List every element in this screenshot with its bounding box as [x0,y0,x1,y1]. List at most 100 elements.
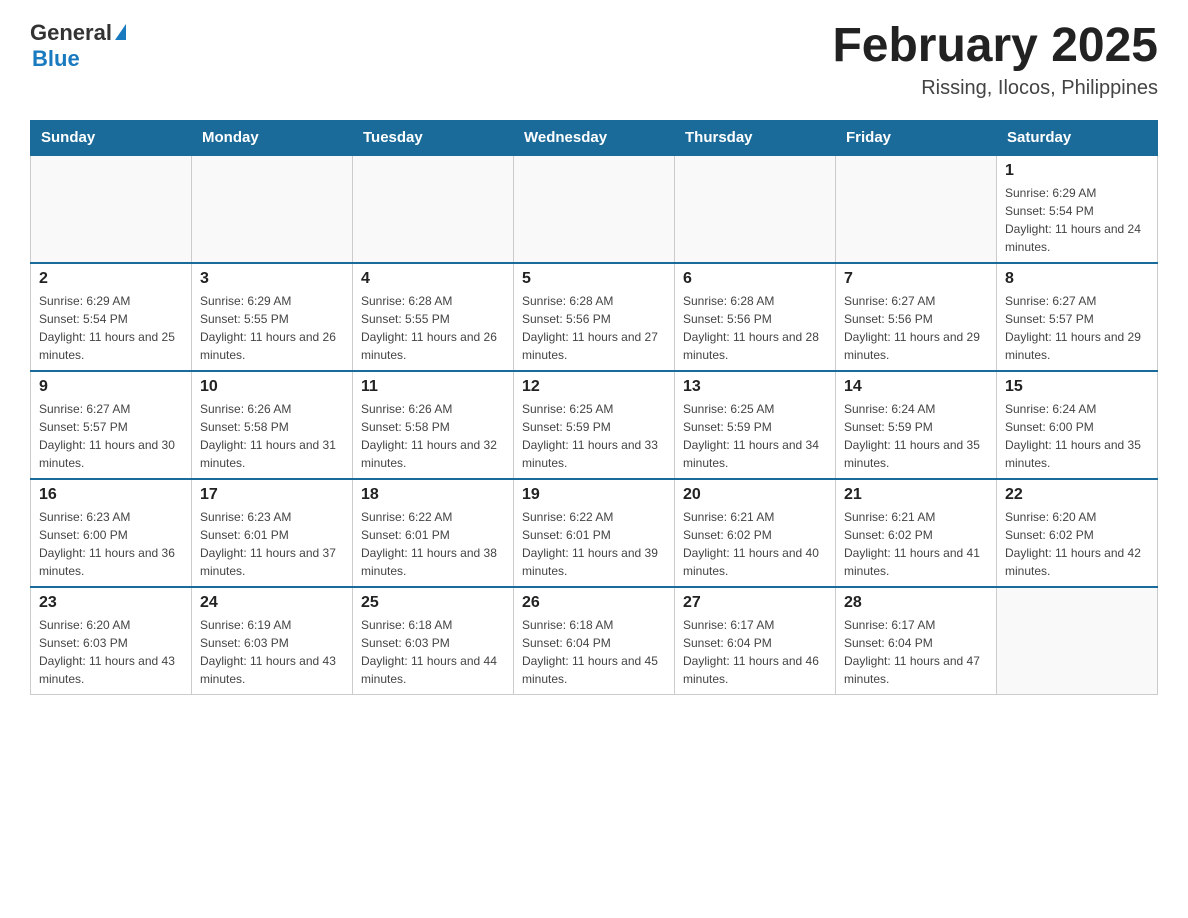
table-row [836,155,997,263]
day-info: Sunrise: 6:18 AMSunset: 6:04 PMDaylight:… [522,616,666,688]
day-info: Sunrise: 6:17 AMSunset: 6:04 PMDaylight:… [844,616,988,688]
logo: General Blue [30,20,126,72]
day-number: 1 [1005,162,1149,180]
day-info: Sunrise: 6:20 AMSunset: 6:03 PMDaylight:… [39,616,183,688]
day-info: Sunrise: 6:24 AMSunset: 5:59 PMDaylight:… [844,400,988,472]
table-row [353,155,514,263]
day-number: 25 [361,594,505,612]
table-row: 6 Sunrise: 6:28 AMSunset: 5:56 PMDaylight… [675,263,836,371]
month-title: February 2025 [832,20,1158,73]
table-row: 1 Sunrise: 6:29 AMSunset: 5:54 PMDaylight… [997,155,1158,263]
day-info: Sunrise: 6:23 AMSunset: 6:00 PMDaylight:… [39,508,183,580]
calendar-week-row: 16 Sunrise: 6:23 AMSunset: 6:00 PMDayligh… [31,479,1158,587]
day-number: 9 [39,378,183,396]
calendar-week-row: 1 Sunrise: 6:29 AMSunset: 5:54 PMDaylight… [31,155,1158,263]
day-number: 12 [522,378,666,396]
table-row: 27 Sunrise: 6:17 AMSunset: 6:04 PMDayligh… [675,587,836,695]
table-row: 20Sunrise: 6:21 AMSunset: 6:02 PMDayligh… [675,479,836,587]
day-info: Sunrise: 6:26 AMSunset: 5:58 PMDaylight:… [200,400,344,472]
day-info: Sunrise: 6:28 AMSunset: 5:56 PMDaylight:… [683,292,827,364]
day-number: 14 [844,378,988,396]
day-info: Sunrise: 6:17 AMSunset: 6:04 PMDaylight:… [683,616,827,688]
calendar-week-row: 2 Sunrise: 6:29 AMSunset: 5:54 PMDaylight… [31,263,1158,371]
day-number: 7 [844,270,988,288]
logo-general-text: General [30,20,112,46]
table-row: 5 Sunrise: 6:28 AMSunset: 5:56 PMDaylight… [514,263,675,371]
day-number: 2 [39,270,183,288]
day-number: 23 [39,594,183,612]
day-info: Sunrise: 6:22 AMSunset: 6:01 PMDaylight:… [522,508,666,580]
table-row: 21Sunrise: 6:21 AMSunset: 6:02 PMDayligh… [836,479,997,587]
day-number: 26 [522,594,666,612]
day-info: Sunrise: 6:29 AMSunset: 5:54 PMDaylight:… [1005,184,1149,256]
day-info: Sunrise: 6:27 AMSunset: 5:57 PMDaylight:… [1005,292,1149,364]
header-tuesday: Tuesday [353,120,514,155]
table-row: 19 Sunrise: 6:22 AMSunset: 6:01 PMDayligh… [514,479,675,587]
day-number: 22 [1005,486,1149,504]
day-number: 19 [522,486,666,504]
day-info: Sunrise: 6:25 AMSunset: 5:59 PMDaylight:… [522,400,666,472]
day-info: Sunrise: 6:18 AMSunset: 6:03 PMDaylight:… [361,616,505,688]
header-sunday: Sunday [31,120,192,155]
title-block: February 2025 Rissing, Ilocos, Philippin… [832,20,1158,100]
day-number: 28 [844,594,988,612]
table-row: 15Sunrise: 6:24 AMSunset: 6:00 PMDayligh… [997,371,1158,479]
day-info: Sunrise: 6:23 AMSunset: 6:01 PMDaylight:… [200,508,344,580]
day-number: 27 [683,594,827,612]
day-number: 5 [522,270,666,288]
day-number: 6 [683,270,827,288]
logo-blue-text: Blue [32,46,80,72]
table-row: 3Sunrise: 6:29 AMSunset: 5:55 PMDaylight… [192,263,353,371]
table-row: 23 Sunrise: 6:20 AMSunset: 6:03 PMDayligh… [31,587,192,695]
table-row: 13 Sunrise: 6:25 AMSunset: 5:59 PMDayligh… [675,371,836,479]
table-row: 14 Sunrise: 6:24 AMSunset: 5:59 PMDayligh… [836,371,997,479]
day-number: 3 [200,270,344,288]
day-info: Sunrise: 6:26 AMSunset: 5:58 PMDaylight:… [361,400,505,472]
day-number: 11 [361,378,505,396]
calendar-header-row: Sunday Monday Tuesday Wednesday Thursday… [31,120,1158,155]
header-wednesday: Wednesday [514,120,675,155]
header-saturday: Saturday [997,120,1158,155]
calendar-week-row: 23 Sunrise: 6:20 AMSunset: 6:03 PMDayligh… [31,587,1158,695]
table-row: 11 Sunrise: 6:26 AMSunset: 5:58 PMDayligh… [353,371,514,479]
table-row: 12 Sunrise: 6:25 AMSunset: 5:59 PMDayligh… [514,371,675,479]
location-text: Rissing, Ilocos, Philippines [832,77,1158,100]
table-row: 8 Sunrise: 6:27 AMSunset: 5:57 PMDaylight… [997,263,1158,371]
table-row: 28 Sunrise: 6:17 AMSunset: 6:04 PMDayligh… [836,587,997,695]
table-row: 17 Sunrise: 6:23 AMSunset: 6:01 PMDayligh… [192,479,353,587]
table-row [514,155,675,263]
day-number: 8 [1005,270,1149,288]
day-info: Sunrise: 6:21 AMSunset: 6:02 PMDaylight:… [683,508,827,580]
calendar-week-row: 9 Sunrise: 6:27 AMSunset: 5:57 PMDaylight… [31,371,1158,479]
day-info: Sunrise: 6:19 AMSunset: 6:03 PMDaylight:… [200,616,344,688]
table-row [997,587,1158,695]
day-info: Sunrise: 6:27 AMSunset: 5:57 PMDaylight:… [39,400,183,472]
header-friday: Friday [836,120,997,155]
table-row [675,155,836,263]
table-row: 10 Sunrise: 6:26 AMSunset: 5:58 PMDayligh… [192,371,353,479]
header-monday: Monday [192,120,353,155]
table-row [31,155,192,263]
table-row: 2 Sunrise: 6:29 AMSunset: 5:54 PMDaylight… [31,263,192,371]
header-thursday: Thursday [675,120,836,155]
table-row: 26 Sunrise: 6:18 AMSunset: 6:04 PMDayligh… [514,587,675,695]
day-info: Sunrise: 6:22 AMSunset: 6:01 PMDaylight:… [361,508,505,580]
day-info: Sunrise: 6:21 AMSunset: 6:02 PMDaylight:… [844,508,988,580]
table-row: 24Sunrise: 6:19 AMSunset: 6:03 PMDayligh… [192,587,353,695]
table-row: 25 Sunrise: 6:18 AMSunset: 6:03 PMDayligh… [353,587,514,695]
table-row: 16 Sunrise: 6:23 AMSunset: 6:00 PMDayligh… [31,479,192,587]
day-info: Sunrise: 6:28 AMSunset: 5:56 PMDaylight:… [522,292,666,364]
table-row: 18 Sunrise: 6:22 AMSunset: 6:01 PMDayligh… [353,479,514,587]
day-number: 10 [200,378,344,396]
day-number: 18 [361,486,505,504]
day-info: Sunrise: 6:27 AMSunset: 5:56 PMDaylight:… [844,292,988,364]
table-row [192,155,353,263]
day-number: 13 [683,378,827,396]
day-number: 17 [200,486,344,504]
day-info: Sunrise: 6:29 AMSunset: 5:54 PMDaylight:… [39,292,183,364]
day-number: 16 [39,486,183,504]
day-info: Sunrise: 6:28 AMSunset: 5:55 PMDaylight:… [361,292,505,364]
day-info: Sunrise: 6:25 AMSunset: 5:59 PMDaylight:… [683,400,827,472]
table-row: 7 Sunrise: 6:27 AMSunset: 5:56 PMDaylight… [836,263,997,371]
day-info: Sunrise: 6:24 AMSunset: 6:00 PMDaylight:… [1005,400,1149,472]
